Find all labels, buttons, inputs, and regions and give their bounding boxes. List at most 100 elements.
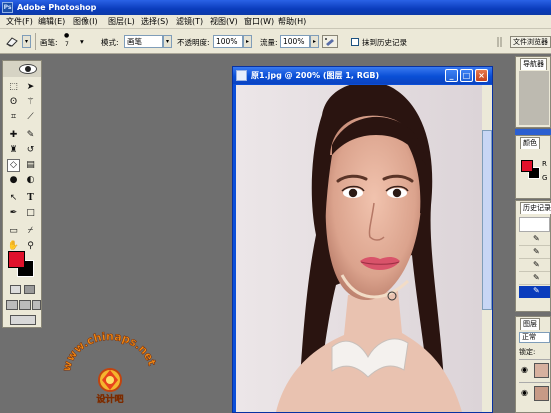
menu-file[interactable]: 文件(F): [6, 17, 33, 27]
tool-preset-dropdown[interactable]: ▾: [22, 35, 31, 48]
brush-dot-icon[interactable]: ●: [64, 32, 69, 39]
flow-dropdown-icon[interactable]: ▸: [310, 35, 319, 48]
layer-thumbnail: [534, 363, 549, 378]
mode-dropdown-icon[interactable]: ▾: [163, 35, 172, 48]
layers-panel: 图层 正常 锁定: ◉ ◉: [515, 316, 551, 413]
brush-icon: ✎: [533, 247, 540, 256]
foreground-color-swatch[interactable]: [8, 251, 25, 268]
screen-mode-full-menu-icon[interactable]: [19, 300, 31, 310]
menu-edit[interactable]: 编辑(E): [38, 17, 65, 27]
close-button[interactable]: ×: [475, 69, 488, 82]
color-channel-g: G: [542, 174, 548, 182]
watermark-subtitle: 设计吧: [96, 393, 123, 405]
shape-icon[interactable]: □: [24, 207, 37, 220]
tab-color[interactable]: 颜色: [520, 137, 540, 149]
history-brush-icon[interactable]: ↺: [24, 144, 37, 157]
minimize-button[interactable]: _: [445, 69, 458, 82]
slice-icon[interactable]: ⟋: [24, 111, 37, 124]
history-state[interactable]: ✎: [519, 273, 550, 285]
tab-layers[interactable]: 图层: [520, 318, 540, 330]
layer-thumbnail: [534, 386, 549, 401]
history-snapshot[interactable]: [519, 217, 550, 232]
brush-size-value: 7: [65, 41, 69, 48]
flow-input[interactable]: 100%: [280, 35, 310, 48]
blend-mode-select[interactable]: 正常: [519, 332, 550, 343]
move-icon[interactable]: ➤: [24, 81, 37, 94]
tool-options-bar: ▾ 画笔: ● 7 ▾ 模式: 画笔 ▾ 不透明度: 100% ▸ 流量: 10…: [0, 29, 551, 54]
magic-wand-icon[interactable]: ⚚: [24, 96, 37, 109]
airbrush-icon[interactable]: [322, 35, 338, 48]
menu-select[interactable]: 选择(S): [141, 17, 168, 27]
menu-bar: 文件(F) 编辑(E) 图像(I) 图层(L) 选择(S) 滤镜(T) 视图(V…: [0, 15, 551, 29]
opacity-input[interactable]: 100%: [213, 35, 243, 48]
menu-help[interactable]: 帮助(H): [278, 17, 306, 27]
toolbox-header[interactable]: [3, 61, 41, 77]
pen-icon[interactable]: ✒: [7, 207, 20, 220]
brush-icon[interactable]: ✎: [24, 129, 37, 142]
eye-icon[interactable]: ◉: [521, 365, 528, 374]
imageready-jump-icon[interactable]: [10, 315, 36, 325]
svg-text:www.chinaps.net: www.chinaps.net: [62, 330, 158, 373]
dodge-icon[interactable]: ◐: [24, 174, 37, 187]
erase-history-label: 抹到历史记录: [362, 38, 407, 47]
gradient-icon[interactable]: ▤: [24, 159, 37, 172]
watermark-text: www.chinaps.net: [60, 330, 159, 373]
layer-row[interactable]: ◉: [519, 359, 550, 381]
brush-icon: ✎: [533, 260, 540, 269]
screen-mode-full-icon[interactable]: [32, 300, 41, 310]
eye-icon[interactable]: ◉: [521, 388, 528, 397]
brush-dropdown-icon[interactable]: ▾: [80, 37, 84, 46]
navigator-preview: [519, 71, 549, 125]
app-title-bar: Ps Adobe Photoshop: [0, 0, 551, 15]
menu-layer[interactable]: 图层(L): [108, 17, 135, 27]
clone-stamp-icon[interactable]: ♜: [7, 144, 20, 157]
standard-mode-icon[interactable]: [10, 285, 21, 294]
history-state[interactable]: ✎: [519, 247, 550, 259]
tab-history[interactable]: 历史记录: [520, 202, 551, 214]
toolbox: ⬚ ➤ ʘ ⚚ ⌗ ⟋ ✚ ✎ ♜ ↺ ◇ ▤ ● ◐ ↖ T ✒ □ ▭ ⌿ …: [2, 60, 42, 328]
notes-icon[interactable]: ▭: [7, 225, 20, 238]
type-icon[interactable]: T: [24, 192, 37, 205]
flow-label: 流量:: [260, 38, 278, 47]
path-select-icon[interactable]: ↖: [7, 192, 20, 205]
tab-navigator[interactable]: 导航器: [520, 58, 547, 70]
brush-icon: ✎: [533, 234, 540, 243]
brush-label: 画笔:: [40, 38, 58, 47]
mode-select[interactable]: 画笔: [124, 35, 163, 48]
marquee-icon[interactable]: ⬚: [7, 81, 20, 94]
palette-well-grip-icon: [497, 37, 502, 47]
crop-icon[interactable]: ⌗: [7, 111, 20, 124]
layer-row[interactable]: ◉: [519, 382, 550, 404]
menu-filter[interactable]: 滤镜(T): [176, 17, 203, 27]
history-panel: 历史记录 ✎ ✎ ✎ ✎ ✎: [515, 200, 551, 312]
vertical-scrollbar[interactable]: [482, 85, 492, 412]
history-state[interactable]: ✎: [519, 260, 550, 272]
menu-image[interactable]: 图像(I): [73, 17, 98, 27]
document-canvas[interactable]: [236, 85, 482, 412]
watermark-logo: www.chinaps.net 设计吧: [60, 330, 159, 406]
color-channel-r: R: [542, 160, 547, 168]
quick-mask-icon[interactable]: [24, 285, 35, 294]
zoom-icon[interactable]: ⚲: [24, 240, 37, 253]
app-title: Adobe Photoshop: [17, 3, 97, 12]
history-state[interactable]: ✎: [519, 234, 550, 246]
portrait-image: [236, 85, 482, 412]
color-panel-foreground-swatch[interactable]: [521, 160, 533, 172]
navigator-panel: 导航器: [515, 56, 551, 128]
file-browser-button[interactable]: 文件浏览器: [510, 36, 551, 48]
photoshop-logo-icon: Ps: [2, 2, 13, 13]
history-state-selected[interactable]: ✎: [519, 286, 550, 298]
eraser-icon[interactable]: [5, 35, 19, 48]
blur-icon[interactable]: ●: [7, 174, 20, 187]
eyedropper-icon[interactable]: ⌿: [24, 225, 37, 238]
menu-view[interactable]: 视图(V): [210, 17, 238, 27]
opacity-dropdown-icon[interactable]: ▸: [243, 35, 252, 48]
screen-mode-standard-icon[interactable]: [6, 300, 18, 310]
menu-window[interactable]: 窗口(W): [244, 17, 274, 27]
scrollbar-thumb[interactable]: [482, 130, 492, 310]
lasso-icon[interactable]: ʘ: [7, 96, 20, 109]
healing-brush-icon[interactable]: ✚: [7, 129, 20, 142]
maximize-button[interactable]: □: [460, 69, 473, 82]
eraser-icon[interactable]: ◇: [7, 159, 20, 172]
erase-history-checkbox[interactable]: [351, 38, 359, 46]
